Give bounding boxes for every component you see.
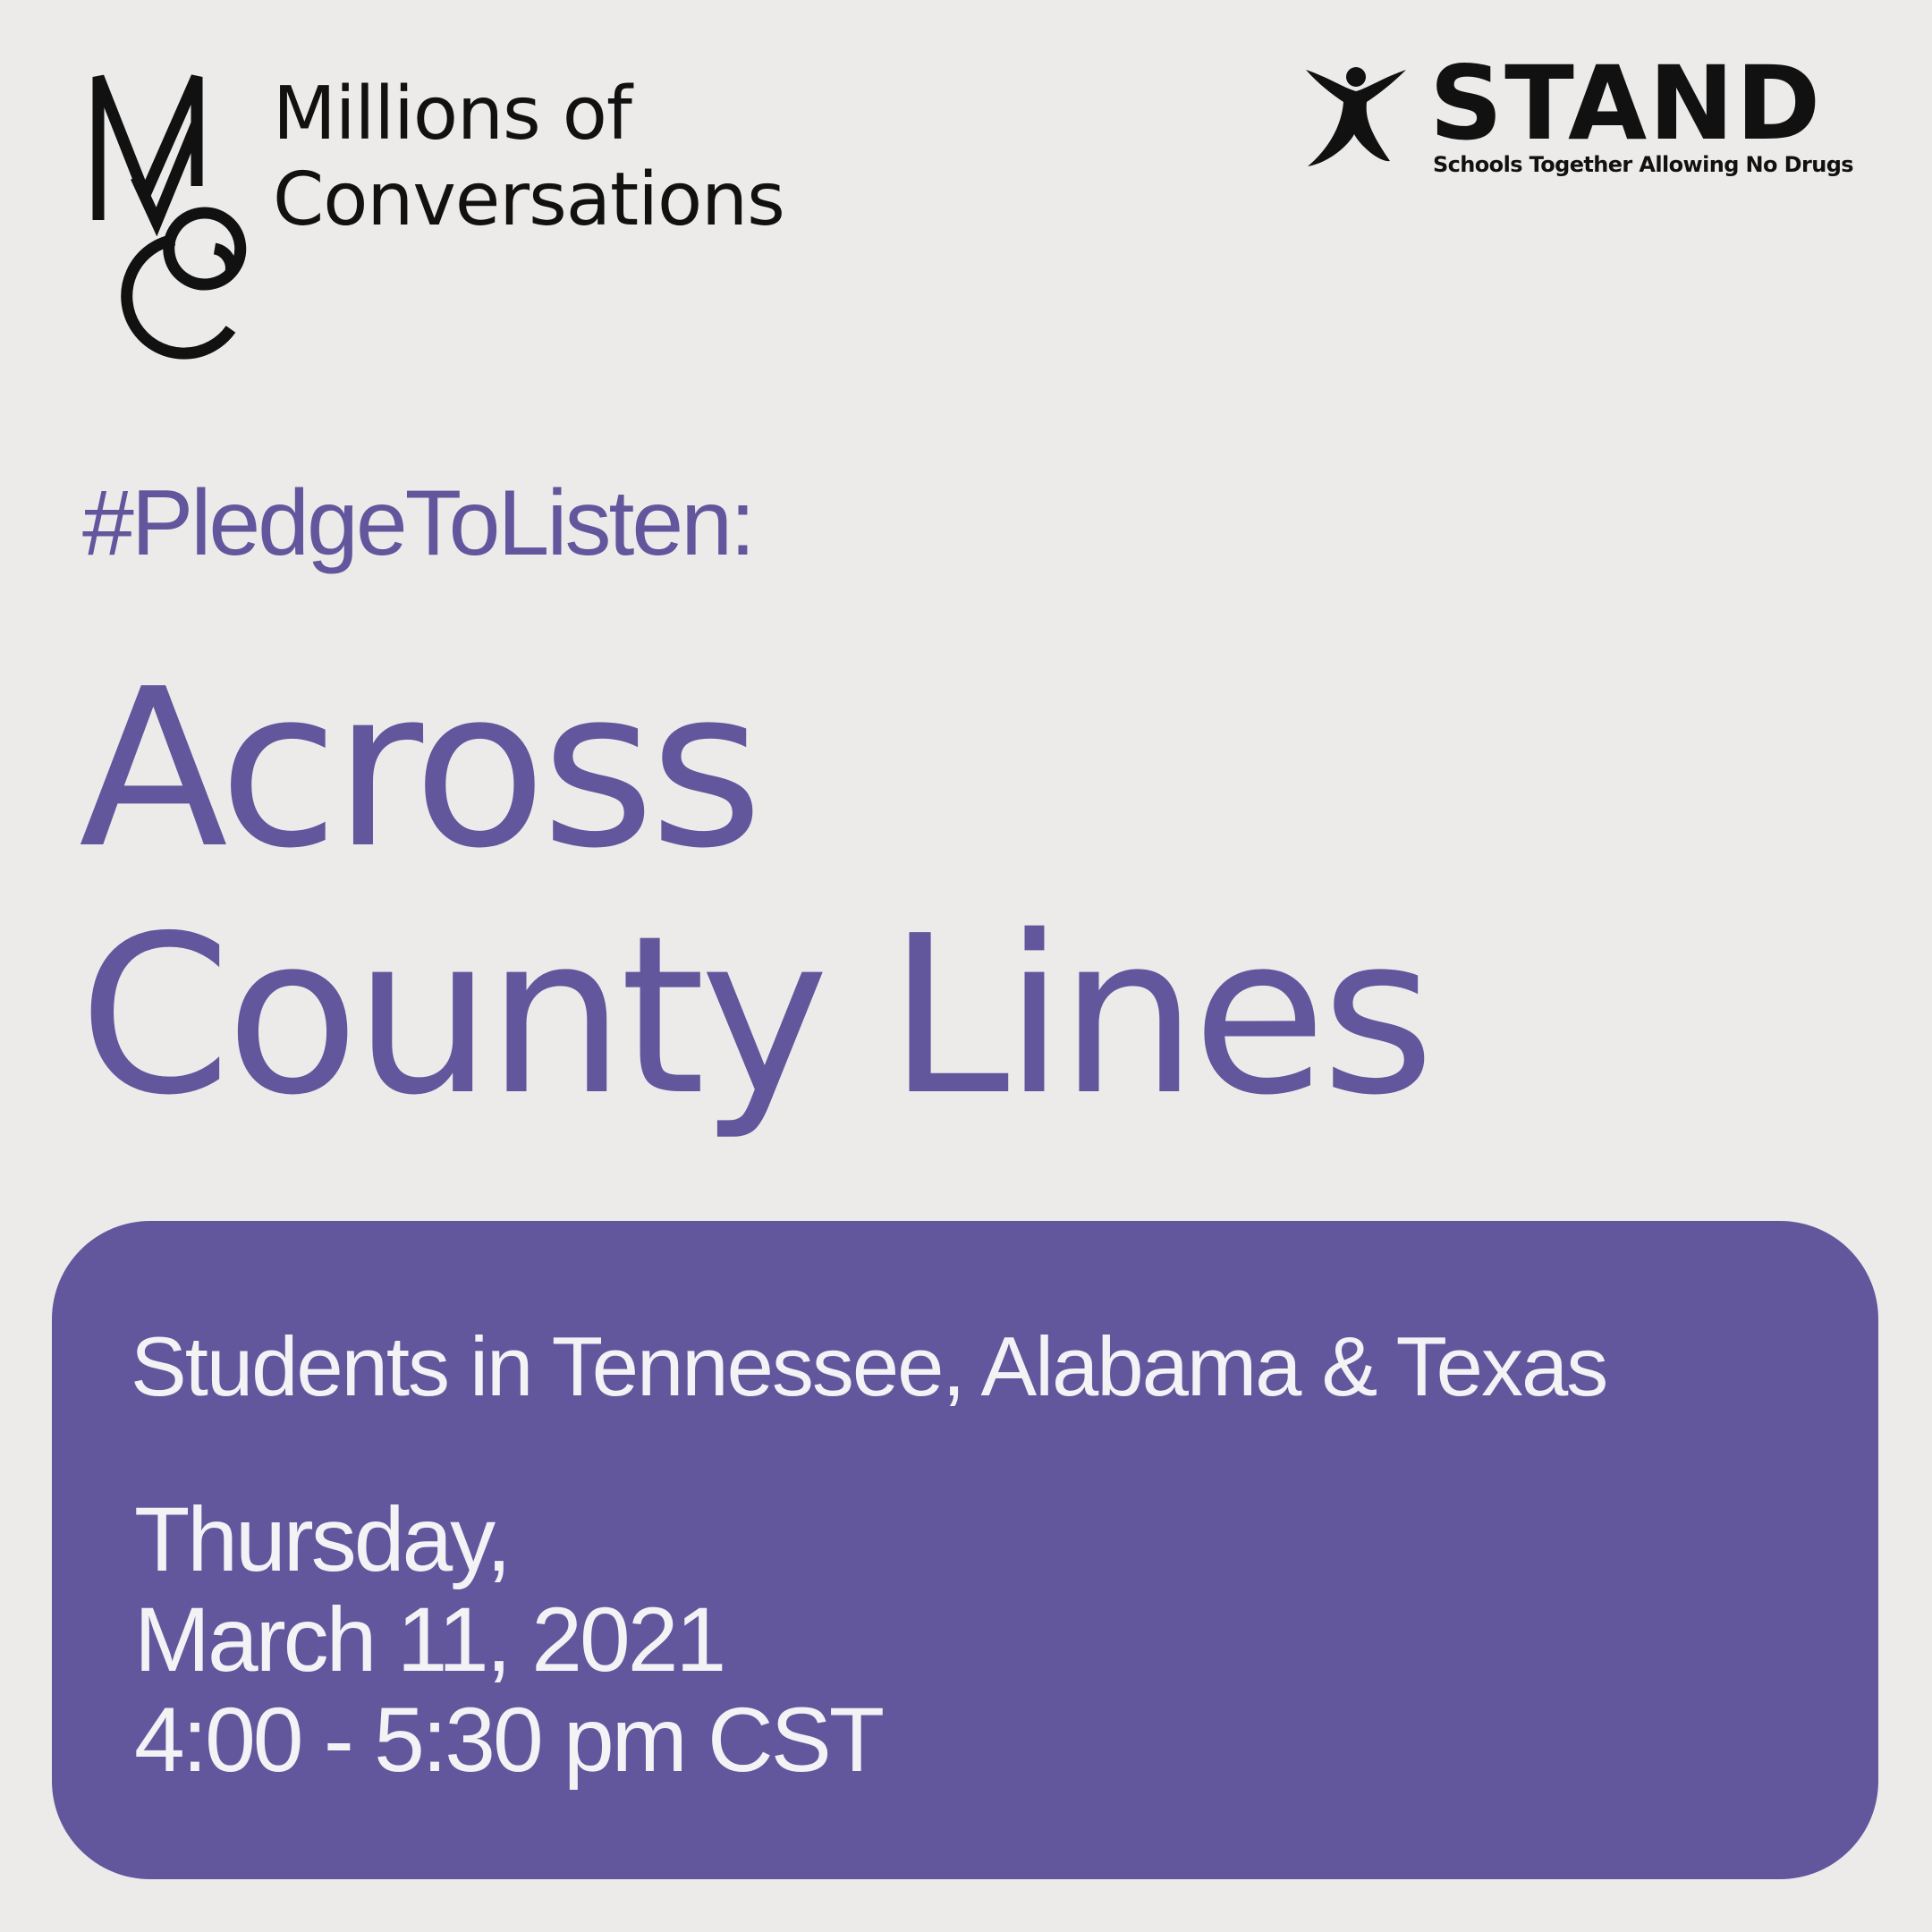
event-title: Across County Lines <box>79 642 1435 1143</box>
moc-logo: Millions of Conversations <box>89 70 894 383</box>
moc-wordmark-line2: Conversations <box>273 157 785 242</box>
event-time: 4:00 - 5:30 pm CST <box>134 1689 885 1791</box>
stand-tagline: Schools Together Allowing No Drugs <box>1433 152 1854 177</box>
event-title-line1: Across <box>79 642 763 896</box>
event-title-line2: County Lines <box>79 889 1435 1143</box>
event-date: March 11, 2021 <box>134 1589 726 1690</box>
event-info-card: Students in Tennessee, Alabama & Texas T… <box>52 1221 1878 1879</box>
stand-wordmark: STAND <box>1429 44 1823 163</box>
event-participants: Students in Tennessee, Alabama & Texas <box>131 1319 1608 1413</box>
stand-figure-icon <box>1306 67 1406 166</box>
event-datetime: Thursday, March 11, 2021 4:00 - 5:30 pm … <box>134 1488 885 1791</box>
moc-wordmark-line1: Millions of <box>273 72 632 157</box>
hashtag-heading: #PledgeToListen: <box>82 471 756 575</box>
moc-monogram-icon <box>92 74 247 360</box>
stand-logo: STAND Schools Together Allowing No Drugs <box>1297 50 1854 188</box>
event-day: Thursday, <box>134 1488 512 1590</box>
moc-wordmark: Millions of Conversations <box>273 72 785 243</box>
